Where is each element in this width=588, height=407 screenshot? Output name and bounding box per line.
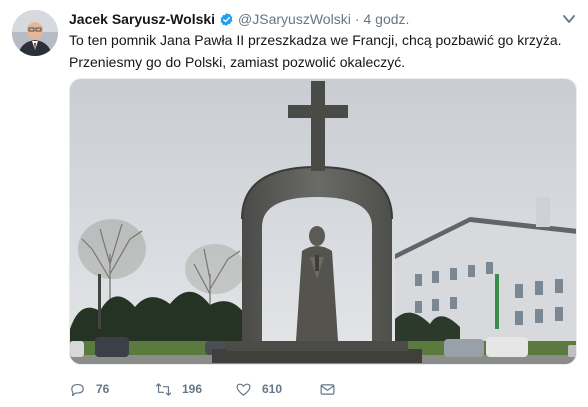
tweet-actions: 76 196 610 xyxy=(69,378,336,400)
retweet-count: 196 xyxy=(182,382,203,396)
tweet-text: To ten pomnik Jana Pawła II przeszkadza … xyxy=(69,29,574,73)
avatar-portrait xyxy=(12,10,58,56)
like-count: 610 xyxy=(262,382,283,396)
author-handle[interactable]: @JSaryuszWolski xyxy=(238,11,351,27)
retweet-button[interactable]: 196 xyxy=(155,381,235,398)
envelope-icon xyxy=(320,383,335,395)
tweet-photo[interactable] xyxy=(69,78,577,365)
reply-button[interactable]: 76 xyxy=(69,381,155,398)
direct-message-button[interactable] xyxy=(319,381,336,398)
statue-photo xyxy=(70,79,576,364)
verified-badge-icon xyxy=(220,12,233,26)
avatar[interactable] xyxy=(12,10,58,56)
reply-count: 76 xyxy=(96,382,110,396)
tweet-header: Jacek Saryusz-Wolski @JSaryuszWolski · 4… xyxy=(69,9,409,29)
tweet-text-line: Przeniesmy go do Polski, zamiast pozwoli… xyxy=(69,54,406,70)
tweet-text-line: To ten pomnik Jana Pawła II przeszkadza … xyxy=(69,32,562,48)
heart-icon xyxy=(236,383,251,396)
reply-icon xyxy=(71,383,84,396)
tweet-card: Jacek Saryusz-Wolski @JSaryuszWolski · 4… xyxy=(0,0,588,407)
separator-dot: · xyxy=(354,11,360,27)
retweet-icon xyxy=(155,382,172,396)
author-name[interactable]: Jacek Saryusz-Wolski xyxy=(69,11,215,27)
like-button[interactable]: 610 xyxy=(235,381,319,398)
chevron-down-icon[interactable] xyxy=(562,13,576,25)
timestamp[interactable]: 4 godz. xyxy=(363,11,409,27)
